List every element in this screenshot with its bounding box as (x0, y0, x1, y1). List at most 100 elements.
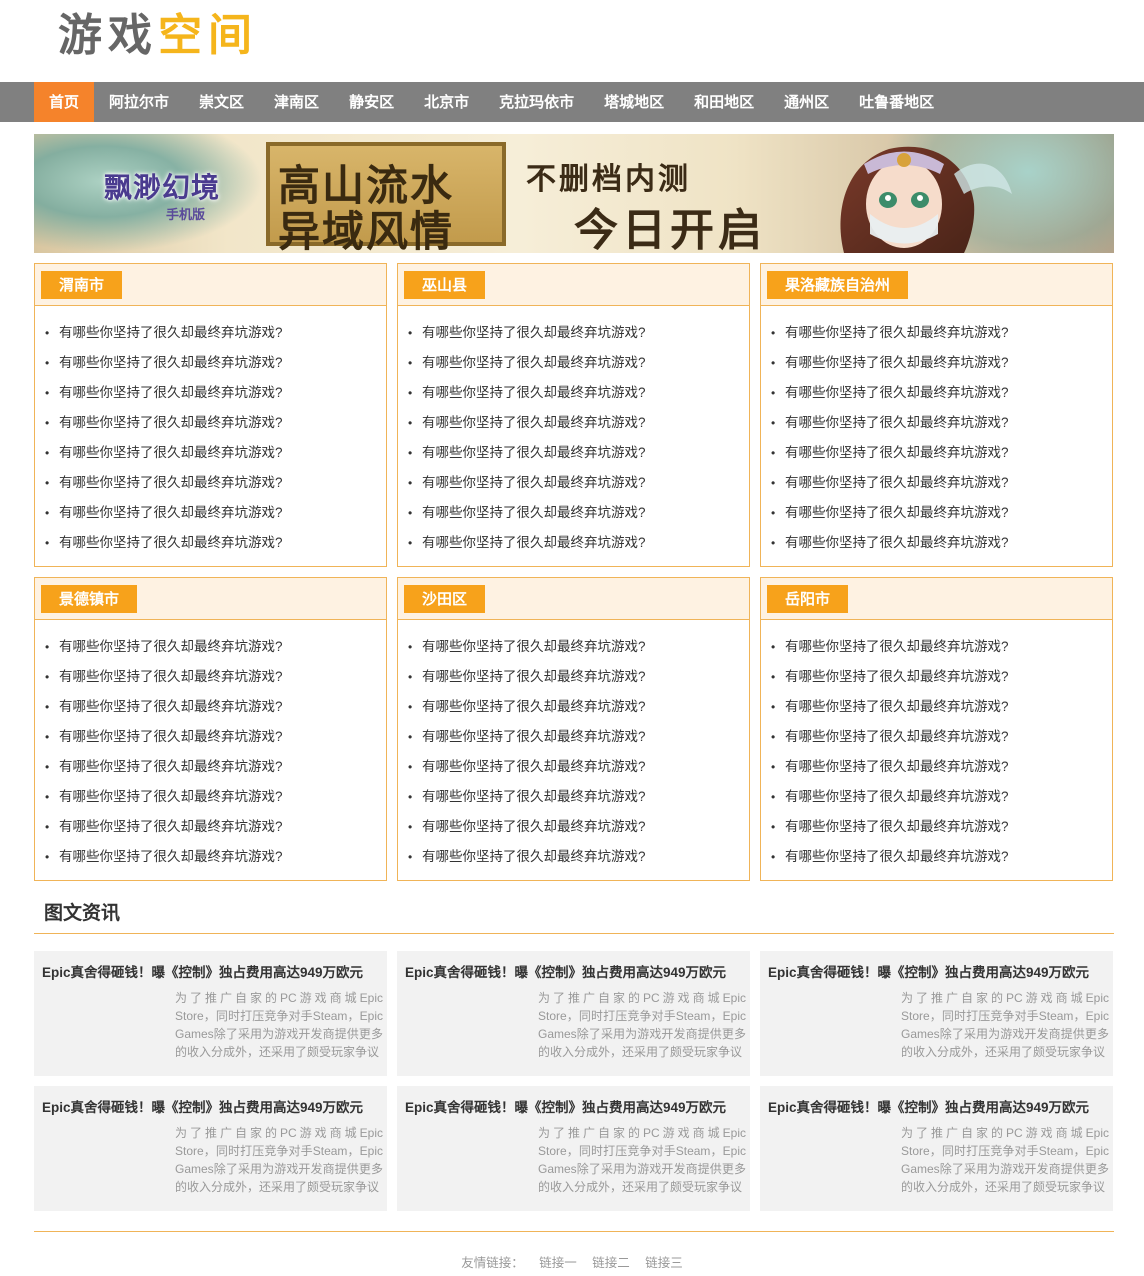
article-link[interactable]: 有哪些你坚持了很久却最终弃坑游戏? (45, 692, 386, 722)
article-link[interactable]: 有哪些你坚持了很久却最终弃坑游戏? (771, 348, 1112, 378)
article-link[interactable]: 有哪些你坚持了很久却最终弃坑游戏? (771, 662, 1112, 692)
nav-item[interactable]: 克拉玛依市 (484, 82, 589, 122)
footer-links-label: 友情链接： (461, 1256, 524, 1270)
region-article-list: 有哪些你坚持了很久却最终弃坑游戏?有哪些你坚持了很久却最终弃坑游戏?有哪些你坚持… (761, 306, 1112, 558)
article-link[interactable]: 有哪些你坚持了很久却最终弃坑游戏? (771, 812, 1112, 842)
region-box-header: 岳阳市 (761, 578, 1112, 620)
article-link[interactable]: 有哪些你坚持了很久却最终弃坑游戏? (45, 468, 386, 498)
article-link[interactable]: 有哪些你坚持了很久却最终弃坑游戏? (408, 842, 749, 872)
banner-tag-line1: 不删档内测 (526, 162, 691, 197)
article-link[interactable]: 有哪些你坚持了很久却最终弃坑游戏? (45, 722, 386, 752)
article-link[interactable]: 有哪些你坚持了很久却最终弃坑游戏? (408, 438, 749, 468)
article-link[interactable]: 有哪些你坚持了很久却最终弃坑游戏? (45, 498, 386, 528)
news-card-title[interactable]: Epic真舍得砸钱！曝《控制》独占费用高达949万欧元 (768, 1096, 1089, 1116)
article-link[interactable]: 有哪些你坚持了很久却最终弃坑游戏? (45, 438, 386, 468)
news-card-summary: 为了推广自家的PC游戏商城Epic Store，同时打压竞争对手Steam，Ep… (175, 991, 383, 1059)
news-card-summary: 为了推广自家的PC游戏商城Epic Store，同时打压竞争对手Steam，Ep… (538, 991, 746, 1059)
region-box-title[interactable]: 岳阳市 (767, 585, 849, 613)
news-card-title[interactable]: Epic真舍得砸钱！曝《控制》独占费用高达949万欧元 (768, 961, 1089, 981)
news-card[interactable]: Epic真舍得砸钱！曝《控制》独占费用高达949万欧元为了推广自家的PC游戏商城… (397, 951, 750, 1076)
footer-link-2[interactable]: 链接二 (592, 1256, 630, 1270)
nav-item-home[interactable]: 首页 (34, 82, 95, 122)
article-link[interactable]: 有哪些你坚持了很久却最终弃坑游戏? (771, 318, 1112, 348)
nav-item[interactable]: 吐鲁番地区 (844, 82, 949, 122)
site-logo[interactable]: 游戏空间 (58, 10, 258, 62)
article-link[interactable]: 有哪些你坚持了很久却最终弃坑游戏? (408, 468, 749, 498)
article-link[interactable]: 有哪些你坚持了很久却最终弃坑游戏? (408, 662, 749, 692)
region-box-title[interactable]: 景德镇市 (41, 585, 138, 613)
article-link[interactable]: 有哪些你坚持了很久却最终弃坑游戏? (45, 378, 386, 408)
news-card[interactable]: Epic真舍得砸钱！曝《控制》独占费用高达949万欧元为了推广自家的PC游戏商城… (34, 951, 387, 1076)
footer-links: 友情链接： 链接一 链接二 链接三 (0, 1252, 1144, 1271)
article-link[interactable]: 有哪些你坚持了很久却最终弃坑游戏? (771, 722, 1112, 752)
article-link[interactable]: 有哪些你坚持了很久却最终弃坑游戏? (45, 812, 386, 842)
news-card[interactable]: Epic真舍得砸钱！曝《控制》独占费用高达949万欧元为了推广自家的PC游戏商城… (34, 1086, 387, 1211)
article-link[interactable]: 有哪些你坚持了很久却最终弃坑游戏? (408, 752, 749, 782)
nav-item[interactable]: 北京市 (409, 82, 484, 122)
region-box-title[interactable]: 沙田区 (404, 585, 486, 613)
article-link[interactable]: 有哪些你坚持了很久却最终弃坑游戏? (45, 632, 386, 662)
logo-text-part1: 游戏 (58, 10, 158, 61)
nav-item[interactable]: 津南区 (259, 82, 334, 122)
footer-link-3[interactable]: 链接三 (645, 1256, 683, 1270)
news-card-title[interactable]: Epic真舍得砸钱！曝《控制》独占费用高达949万欧元 (42, 1096, 363, 1116)
article-link[interactable]: 有哪些你坚持了很久却最终弃坑游戏? (408, 318, 749, 348)
nav-item[interactable]: 塔城地区 (589, 82, 679, 122)
article-link[interactable]: 有哪些你坚持了很久却最终弃坑游戏? (45, 318, 386, 348)
article-link[interactable]: 有哪些你坚持了很久却最终弃坑游戏? (45, 408, 386, 438)
article-link[interactable]: 有哪些你坚持了很久却最终弃坑游戏? (408, 722, 749, 752)
article-link[interactable]: 有哪些你坚持了很久却最终弃坑游戏? (45, 528, 386, 558)
article-link[interactable]: 有哪些你坚持了很久却最终弃坑游戏? (45, 348, 386, 378)
main-nav: 首页 阿拉尔市 崇文区 津南区 静安区 北京市 克拉玛依市 塔城地区 和田地区 通州区 吐鲁番地区 (0, 82, 1144, 122)
article-link[interactable]: 有哪些你坚持了很久却最终弃坑游戏? (45, 662, 386, 692)
promo-banner[interactable]: 飘渺幻境 手机版 高山流水 异域风情 不删档内测 今日开启 (34, 134, 1114, 253)
article-link[interactable]: 有哪些你坚持了很久却最终弃坑游戏? (771, 468, 1112, 498)
article-link[interactable]: 有哪些你坚持了很久却最终弃坑游戏? (408, 408, 749, 438)
region-box-header: 沙田区 (398, 578, 749, 620)
article-link[interactable]: 有哪些你坚持了很久却最终弃坑游戏? (45, 782, 386, 812)
article-link[interactable]: 有哪些你坚持了很久却最终弃坑游戏? (771, 528, 1112, 558)
news-card-title[interactable]: Epic真舍得砸钱！曝《控制》独占费用高达949万欧元 (405, 961, 726, 981)
article-link[interactable]: 有哪些你坚持了很久却最终弃坑游戏? (771, 408, 1112, 438)
article-link[interactable]: 有哪些你坚持了很久却最终弃坑游戏? (408, 348, 749, 378)
article-link[interactable]: 有哪些你坚持了很久却最终弃坑游戏? (408, 632, 749, 662)
article-link[interactable]: 有哪些你坚持了很久却最终弃坑游戏? (771, 378, 1112, 408)
region-article-list: 有哪些你坚持了很久却最终弃坑游戏?有哪些你坚持了很久却最终弃坑游戏?有哪些你坚持… (398, 620, 749, 872)
nav-item[interactable]: 崇文区 (184, 82, 259, 122)
region-box-title[interactable]: 渭南市 (41, 271, 123, 299)
region-box-title[interactable]: 果洛藏族自治州 (767, 271, 909, 299)
news-card-summary: 为了推广自家的PC游戏商城Epic Store，同时打压竞争对手Steam，Ep… (175, 1126, 383, 1194)
article-link[interactable]: 有哪些你坚持了很久却最终弃坑游戏? (771, 782, 1112, 812)
article-link[interactable]: 有哪些你坚持了很久却最终弃坑游戏? (408, 378, 749, 408)
region-box: 景德镇市有哪些你坚持了很久却最终弃坑游戏?有哪些你坚持了很久却最终弃坑游戏?有哪… (34, 577, 387, 881)
article-link[interactable]: 有哪些你坚持了很久却最终弃坑游戏? (408, 782, 749, 812)
news-card-title[interactable]: Epic真舍得砸钱！曝《控制》独占费用高达949万欧元 (42, 961, 363, 981)
article-link[interactable]: 有哪些你坚持了很久却最终弃坑游戏? (771, 692, 1112, 722)
article-link[interactable]: 有哪些你坚持了很久却最终弃坑游戏? (771, 498, 1112, 528)
news-card[interactable]: Epic真舍得砸钱！曝《控制》独占费用高达949万欧元 为了推广自家的PC游戏商城… (760, 951, 1113, 1076)
region-article-list: 有哪些你坚持了很久却最终弃坑游戏?有哪些你坚持了很久却最终弃坑游戏?有哪些你坚持… (398, 306, 749, 558)
nav-item[interactable]: 通州区 (769, 82, 844, 122)
banner-slogan-box: 高山流水 异域风情 (266, 142, 506, 253)
footer-link-1[interactable]: 链接一 (539, 1256, 577, 1270)
news-card-summary: 为了推广自家的PC游戏商城Epic Store，同时打压竞争对手Steam，Ep… (901, 1126, 1109, 1194)
region-article-list: 有哪些你坚持了很久却最终弃坑游戏?有哪些你坚持了很久却最终弃坑游戏?有哪些你坚持… (35, 306, 386, 558)
article-link[interactable]: 有哪些你坚持了很久却最终弃坑游戏? (771, 632, 1112, 662)
article-link[interactable]: 有哪些你坚持了很久却最终弃坑游戏? (771, 438, 1112, 468)
nav-item[interactable]: 阿拉尔市 (94, 82, 184, 122)
article-link[interactable]: 有哪些你坚持了很久却最终弃坑游戏? (408, 498, 749, 528)
nav-item[interactable]: 和田地区 (679, 82, 769, 122)
article-link[interactable]: 有哪些你坚持了很久却最终弃坑游戏? (45, 842, 386, 872)
article-link[interactable]: 有哪些你坚持了很久却最终弃坑游戏? (45, 752, 386, 782)
article-link[interactable]: 有哪些你坚持了很久却最终弃坑游戏? (771, 842, 1112, 872)
banner-tag-line2: 今日开启 (574, 205, 766, 253)
news-card-title[interactable]: Epic真舍得砸钱！曝《控制》独占费用高达949万欧元 (405, 1096, 726, 1116)
article-link[interactable]: 有哪些你坚持了很久却最终弃坑游戏? (771, 752, 1112, 782)
nav-item[interactable]: 静安区 (334, 82, 409, 122)
article-link[interactable]: 有哪些你坚持了很久却最终弃坑游戏? (408, 812, 749, 842)
news-card[interactable]: Epic真舍得砸钱！曝《控制》独占费用高达949万欧元为了推广自家的PC游戏商城… (760, 1086, 1113, 1211)
news-card[interactable]: Epic真舍得砸钱！曝《控制》独占费用高达949万欧元 为了推广自家的PC游戏商城… (397, 1086, 750, 1211)
article-link[interactable]: 有哪些你坚持了很久却最终弃坑游戏? (408, 528, 749, 558)
article-link[interactable]: 有哪些你坚持了很久却最终弃坑游戏? (408, 692, 749, 722)
region-box-title[interactable]: 巫山县 (404, 271, 486, 299)
